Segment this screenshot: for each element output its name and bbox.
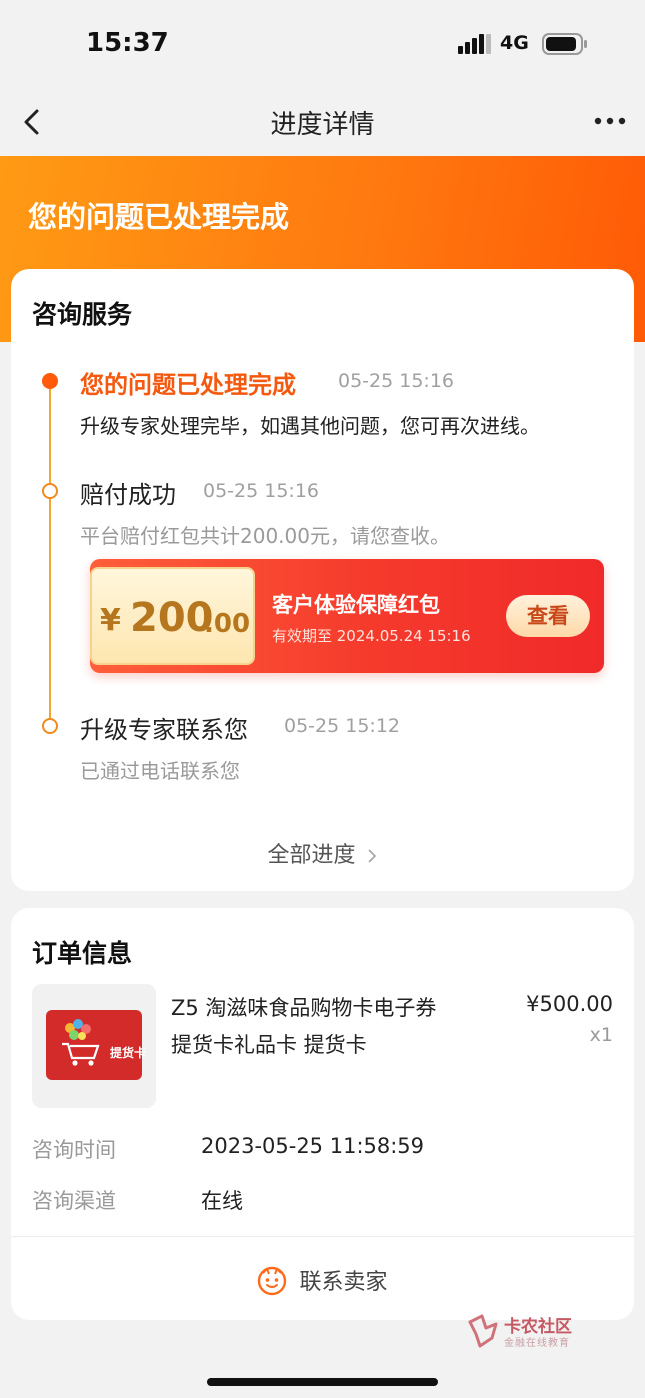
consult-channel-value: 在线 — [201, 1189, 243, 1213]
more-icon[interactable] — [590, 114, 630, 128]
order-heading: 订单信息 — [32, 939, 133, 968]
smile-icon — [258, 1266, 287, 1296]
coupon-amount-stub: ¥ 200 .00 — [90, 567, 255, 665]
product-name-line: Z5 淘滋味食品购物卡电子券 — [171, 996, 437, 1020]
product-name[interactable]: Z5 淘滋味食品购物卡电子券 提货卡礼品卡 提货卡 — [171, 990, 501, 1064]
coupon-currency: ¥ — [100, 603, 121, 638]
page-title: 进度详情 — [270, 110, 375, 140]
step-title: 您的问题已处理完成 — [80, 371, 296, 399]
gift-card-text: 提货卡 — [110, 1046, 147, 1060]
chevron-right-icon — [367, 849, 376, 863]
divider — [11, 1236, 634, 1237]
consult-heading: 咨询服务 — [32, 300, 133, 329]
coupon-name: 客户体验保障红包 — [272, 593, 440, 617]
watermark-logo-icon — [468, 1314, 498, 1348]
step-desc: 升级专家处理完毕，如遇其他问题，您可再次进线。 — [80, 414, 540, 438]
timeline-dot — [42, 718, 58, 734]
coupon-amount-decimal: .00 — [204, 609, 251, 639]
signal-icon — [458, 34, 491, 54]
coupon-amount: 200 — [130, 595, 214, 641]
home-indicator — [207, 1378, 438, 1386]
consult-time-label: 咨询时间 — [32, 1138, 116, 1162]
network-label: 4G — [500, 32, 529, 54]
red-packet-coupon[interactable]: ¥ 200 .00 客户体验保障红包 有效期至 2024.05.24 15:16… — [90, 559, 604, 673]
contact-seller-button[interactable]: 联系卖家 — [11, 1264, 634, 1296]
product-name-line: 提货卡礼品卡 提货卡 — [171, 1033, 367, 1057]
all-progress-link[interactable]: 全部进度 — [11, 837, 634, 869]
timeline-line — [49, 382, 51, 725]
nav-bar: 进度详情 — [0, 88, 645, 156]
product-quantity: x1 — [589, 1024, 613, 1046]
all-progress-label: 全部进度 — [267, 843, 356, 868]
coupon-validity: 有效期至 2024.05.24 15:16 — [272, 627, 471, 645]
step-desc: 平台赔付红包共计200.00元，请您查收。 — [80, 524, 450, 548]
contact-seller-label: 联系卖家 — [299, 1270, 388, 1295]
step-time: 05-25 15:16 — [203, 480, 320, 502]
consult-time-value: 2023-05-25 11:58:59 — [201, 1134, 425, 1158]
step-title: 赔付成功 — [80, 481, 176, 509]
status-time: 15:37 — [86, 28, 169, 58]
consult-channel-label: 咨询渠道 — [32, 1189, 116, 1213]
timeline-dot-active — [42, 373, 58, 389]
product-price: ¥500.00 — [526, 992, 613, 1016]
watermark-subtitle: 金融在线教育 — [504, 1338, 570, 1349]
step-title: 升级专家联系您 — [80, 716, 248, 744]
step-desc: 已通过电话联系您 — [80, 759, 240, 783]
step-time: 05-25 15:16 — [338, 370, 455, 392]
order-card: 订单信息 提货卡 Z5 淘滋味食品购物卡电子券 提货卡礼品卡 提货卡 ¥500.… — [11, 908, 634, 1320]
header-title: 您的问题已处理完成 — [28, 200, 290, 234]
battery-icon — [542, 33, 587, 55]
view-coupon-button[interactable]: 查看 — [506, 595, 590, 637]
product-image[interactable]: 提货卡 — [32, 984, 156, 1108]
timeline-dot — [42, 483, 58, 499]
step-time: 05-25 15:12 — [284, 715, 401, 737]
watermark: 卡农社区 金融在线教育 — [466, 1312, 586, 1352]
consult-card: 咨询服务 您的问题已处理完成 05-25 15:16 升级专家处理完毕，如遇其他… — [11, 269, 634, 891]
status-bar: 15:37 4G — [0, 0, 645, 88]
